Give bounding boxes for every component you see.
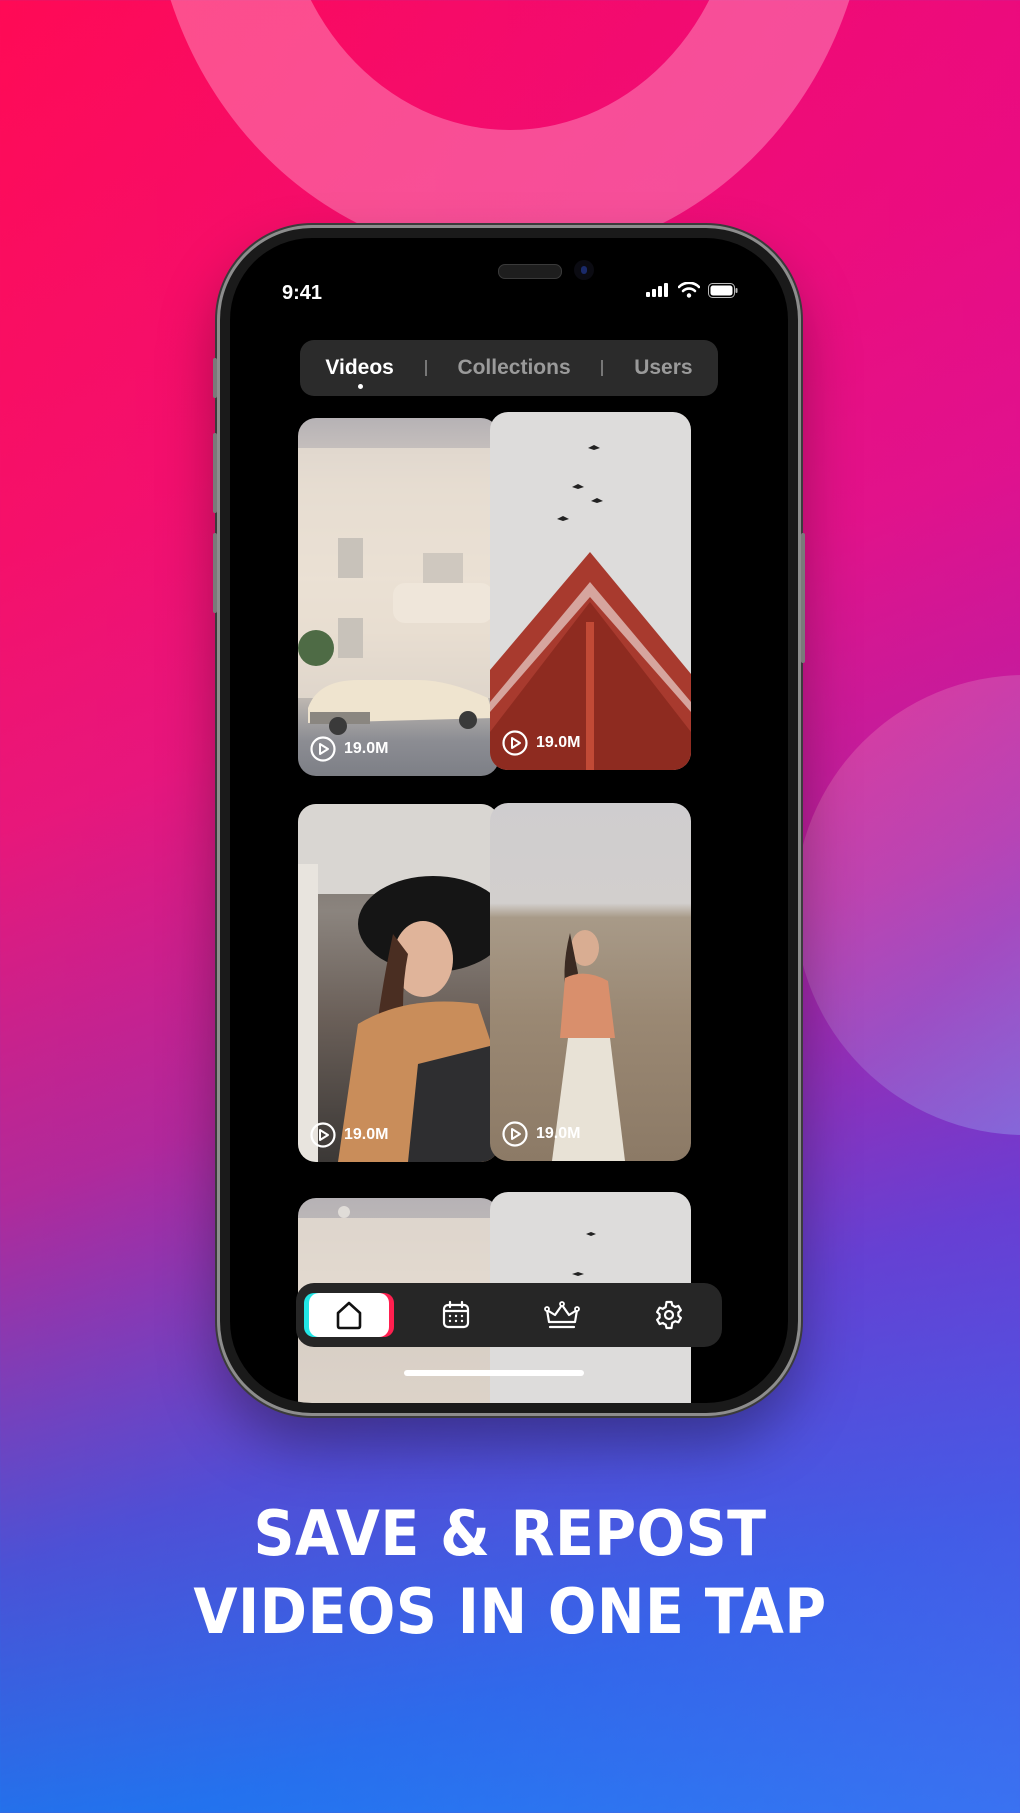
play-circle-icon xyxy=(502,1121,528,1147)
status-icons xyxy=(646,282,738,298)
tab-videos[interactable]: Videos xyxy=(325,356,394,389)
view-count: 19.0M xyxy=(502,730,580,756)
view-count: 19.0M xyxy=(502,1121,580,1147)
promo-headline: SAVE & REPOST VIDEOS IN ONE TAP xyxy=(0,1495,1020,1651)
battery-icon xyxy=(708,282,738,298)
calendar-icon xyxy=(442,1300,469,1329)
front-camera xyxy=(574,260,594,280)
volume-down-button xyxy=(213,533,217,613)
play-circle-icon xyxy=(502,730,528,756)
headline-line-1: SAVE & REPOST xyxy=(253,1497,767,1570)
pagoda-scene xyxy=(490,445,691,770)
view-count: 19.0M xyxy=(310,736,388,762)
view-count-label: 19.0M xyxy=(344,740,389,757)
video-thumbnail[interactable]: 19.0M xyxy=(298,804,499,1162)
woman-hat-scene xyxy=(298,804,499,1162)
woman-field-scene xyxy=(552,930,625,1161)
view-count: 19.0M xyxy=(310,1122,388,1148)
decorative-circle xyxy=(795,675,1020,1135)
tab-premium[interactable] xyxy=(522,1293,602,1337)
building-car-scene xyxy=(298,448,498,735)
phone-mockup: 9:41 Videos Collections Users 19.0M 19.0… xyxy=(213,228,805,1413)
mute-switch xyxy=(213,358,217,398)
video-thumbnail[interactable]: 19.0M xyxy=(490,803,691,1161)
tab-settings[interactable] xyxy=(629,1293,709,1337)
tab-home[interactable] xyxy=(309,1293,390,1337)
bottom-tab-bar xyxy=(296,1283,722,1347)
gear-icon xyxy=(655,1300,682,1330)
video-thumbnail[interactable]: 19.0M xyxy=(490,412,691,770)
segmented-control: Videos Collections Users xyxy=(300,340,718,396)
wifi-icon xyxy=(678,282,700,298)
tab-users[interactable]: Users xyxy=(634,356,692,380)
tab-divider xyxy=(601,360,604,376)
video-thumbnail[interactable]: 19.0M xyxy=(298,418,499,776)
view-count-label: 19.0M xyxy=(344,1126,389,1143)
home-indicator[interactable] xyxy=(404,1370,584,1376)
power-button xyxy=(801,533,805,663)
crown-icon xyxy=(544,1301,581,1329)
decorative-ring xyxy=(150,0,870,260)
play-circle-icon xyxy=(310,1122,336,1148)
earpiece-speaker xyxy=(498,264,562,279)
phone-screen: 9:41 Videos Collections Users 19.0M 19.0… xyxy=(230,238,788,1403)
tab-calendar[interactable] xyxy=(416,1293,496,1337)
headline-line-2: VIDEOS IN ONE TAP xyxy=(193,1575,827,1648)
view-count-label: 19.0M xyxy=(536,1125,581,1142)
view-count-label: 19.0M xyxy=(536,734,581,751)
status-time: 9:41 xyxy=(282,282,323,304)
play-circle-icon xyxy=(310,736,336,762)
home-icon xyxy=(336,1301,362,1330)
volume-up-button xyxy=(213,433,217,513)
tab-collections[interactable]: Collections xyxy=(457,356,570,380)
tab-divider xyxy=(424,360,427,376)
cellular-signal-icon xyxy=(646,283,668,297)
